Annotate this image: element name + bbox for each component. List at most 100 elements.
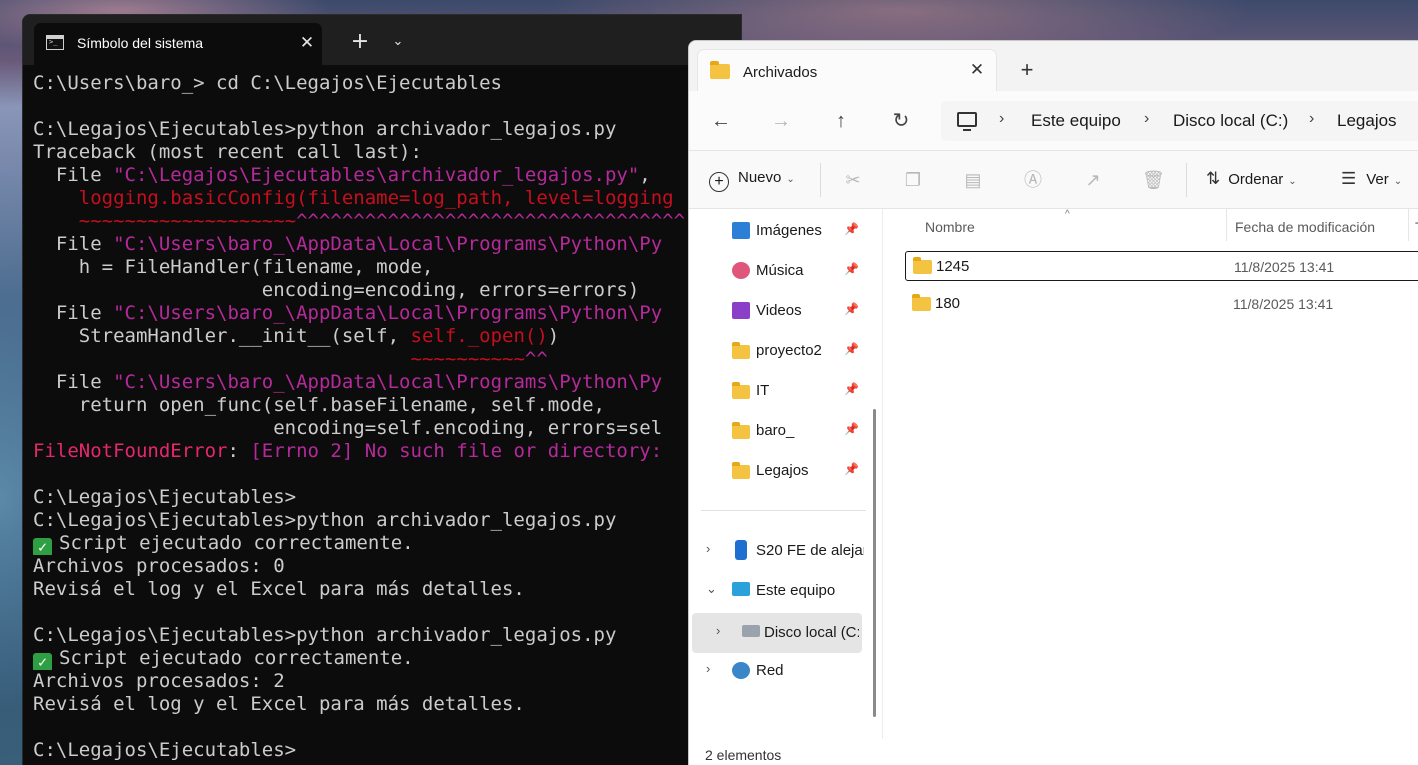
terminal-line: encoding=self.encoding, errors=sel bbox=[33, 417, 733, 440]
rename-icon[interactable]: Ⓐ bbox=[1022, 169, 1044, 191]
terminal-text: : bbox=[227, 440, 251, 462]
terminal-text: ~~~~~~~~~~ bbox=[410, 348, 525, 370]
terminal-line: Archivos procesados: 2 bbox=[33, 670, 733, 693]
scrollbar[interactable] bbox=[873, 409, 876, 717]
sidebar-item-este-equipo[interactable]: ⌄ Este equipo bbox=[689, 573, 879, 609]
column-divider[interactable] bbox=[1408, 209, 1409, 241]
terminal-line: FileNotFoundError: [Errno 2] No such fil… bbox=[33, 440, 733, 463]
chevron-right-icon[interactable]: › bbox=[716, 623, 720, 638]
chevron-right-icon[interactable]: › bbox=[706, 541, 710, 556]
new-button[interactable]: + Nuevo ⌄ bbox=[709, 169, 795, 193]
table-row[interactable]: 180 11/8/2025 13:41 C bbox=[905, 289, 1418, 319]
view-button[interactable]: ☰ Ver ⌄ bbox=[1341, 169, 1402, 189]
terminal-text: File bbox=[33, 302, 114, 324]
copy-icon[interactable]: ❐ bbox=[902, 169, 924, 191]
cmd-icon bbox=[46, 35, 64, 50]
breadcrumb-separator-icon[interactable]: › bbox=[999, 110, 1004, 128]
delete-icon[interactable]: 🗑 bbox=[1142, 169, 1165, 191]
breadcrumb-legajos[interactable]: Legajos bbox=[1337, 111, 1397, 131]
back-arrow-icon[interactable]: ← bbox=[706, 106, 736, 136]
close-tab-icon[interactable]: ✕ bbox=[966, 59, 988, 81]
network-icon bbox=[732, 662, 750, 679]
chevron-down-icon[interactable]: ⌄ bbox=[385, 27, 411, 57]
up-arrow-icon[interactable]: ↑ bbox=[826, 106, 856, 136]
breadcrumb-este-equipo[interactable]: Este equipo bbox=[1031, 111, 1121, 131]
folder-icon bbox=[710, 61, 730, 79]
address-bar[interactable]: › Este equipo › Disco local (C:) › Legaj… bbox=[941, 101, 1418, 141]
terminal-output[interactable]: C:\Users\baro_> cd C:\Legajos\Ejecutable… bbox=[33, 72, 733, 762]
terminal-text: Archivos procesados: 0 bbox=[33, 555, 285, 577]
sidebar-item-musica[interactable]: Música 📌 bbox=[689, 253, 879, 289]
pin-icon[interactable]: 📌 bbox=[844, 222, 859, 236]
music-icon bbox=[732, 262, 750, 279]
breadcrumb-disco-local[interactable]: Disco local (C:) bbox=[1173, 111, 1288, 131]
pin-icon[interactable]: 📌 bbox=[844, 342, 859, 356]
pin-icon[interactable]: 📌 bbox=[844, 302, 859, 316]
pin-icon[interactable]: 📌 bbox=[844, 382, 859, 396]
terminal-tab[interactable]: Símbolo del sistema ✕ bbox=[34, 23, 322, 65]
table-row[interactable]: 1245 11/8/2025 13:41 C bbox=[905, 251, 1418, 281]
sidebar-item-legajos[interactable]: Legajos 📌 bbox=[689, 453, 879, 489]
pin-icon[interactable]: 📌 bbox=[844, 462, 859, 476]
close-tab-icon[interactable]: ✕ bbox=[296, 32, 318, 54]
explorer-tab[interactable]: Archivados ✕ bbox=[697, 49, 997, 91]
navigation-pane: Imágenes 📌 Música 📌 Videos 📌 proyecto2 📌 bbox=[689, 209, 883, 739]
sidebar-item-it[interactable]: IT 📌 bbox=[689, 373, 879, 409]
new-button-label: Nuevo bbox=[738, 169, 782, 186]
sidebar-item-imagenes[interactable]: Imágenes 📌 bbox=[689, 213, 879, 249]
terminal-line: ✓ Script ejecutado correctamente. bbox=[33, 647, 733, 670]
pin-icon[interactable]: 📌 bbox=[844, 262, 859, 276]
forward-arrow-icon[interactable]: → bbox=[766, 106, 796, 136]
drive-icon bbox=[742, 625, 760, 637]
terminal-line: C:\Legajos\Ejecutables>python archivador… bbox=[33, 509, 733, 532]
file-date: 11/8/2025 13:41 bbox=[1233, 296, 1334, 312]
breadcrumb-separator-icon[interactable]: › bbox=[1309, 110, 1314, 128]
explorer-tabbar: Archivados ✕ + bbox=[689, 41, 1418, 91]
column-header-name[interactable]: Nombre bbox=[925, 219, 975, 235]
cut-icon[interactable]: ✂ bbox=[842, 169, 864, 191]
new-tab-button[interactable]: + bbox=[345, 27, 375, 57]
sort-button-label: Ordenar bbox=[1228, 171, 1284, 188]
terminal-text: File bbox=[33, 233, 114, 255]
sidebar-item-phone[interactable]: › S20 FE de alejan bbox=[689, 533, 879, 569]
breadcrumb-separator-icon[interactable]: › bbox=[1144, 110, 1149, 128]
terminal-text: Script ejecutado correctamente. bbox=[59, 532, 414, 554]
chevron-right-icon[interactable]: › bbox=[706, 661, 710, 676]
phone-icon bbox=[735, 540, 747, 560]
status-bar: 2 elementos bbox=[689, 739, 1418, 765]
pin-icon[interactable]: 📌 bbox=[844, 422, 859, 436]
column-divider[interactable] bbox=[1226, 209, 1227, 241]
terminal-text: h = FileHandler(filename, mode, bbox=[33, 256, 434, 278]
terminal-tab-title: Símbolo del sistema bbox=[77, 35, 204, 51]
folder-icon bbox=[732, 422, 750, 439]
sidebar-item-videos[interactable]: Videos 📌 bbox=[689, 293, 879, 329]
sidebar-item-red[interactable]: › Red bbox=[689, 653, 879, 689]
terminal-line: StreamHandler.__init__(self, self._open(… bbox=[33, 325, 733, 348]
chevron-down-icon[interactable]: ⌄ bbox=[706, 581, 717, 597]
share-icon[interactable]: ↗ bbox=[1082, 169, 1104, 191]
paste-icon[interactable]: ▤ bbox=[962, 169, 984, 191]
sidebar-item-proyecto2[interactable]: proyecto2 📌 bbox=[689, 333, 879, 369]
file-name: 1245 bbox=[936, 258, 970, 275]
divider bbox=[701, 510, 866, 511]
terminal-line: File "C:\Users\baro_\AppData\Local\Progr… bbox=[33, 233, 733, 256]
terminal-line: C:\Users\baro_> cd C:\Legajos\Ejecutable… bbox=[33, 72, 733, 95]
column-header-date[interactable]: Fecha de modificación bbox=[1235, 219, 1375, 235]
terminal-text: "C:\Legajos\Ejecutables\archivador_legaj… bbox=[113, 164, 640, 186]
refresh-icon[interactable]: ↻ bbox=[886, 106, 916, 136]
sidebar-item-disco-local[interactable]: › Disco local (C:) bbox=[692, 613, 862, 653]
terminal-text: C:\Users\baro_> cd C:\Legajos\Ejecutable… bbox=[33, 72, 502, 94]
terminal-text: "C:\Users\baro_\AppData\Local\Programs\P… bbox=[113, 233, 663, 255]
sidebar-item-label: Red bbox=[756, 662, 784, 679]
terminal-text: [Errno 2] No such file or directory: bbox=[250, 440, 663, 462]
sidebar-item-baro[interactable]: baro_ 📌 bbox=[689, 413, 879, 449]
explorer-tab-title: Archivados bbox=[743, 64, 818, 81]
new-tab-button[interactable]: + bbox=[1014, 57, 1040, 83]
terminal-text: return open_func(self.baseFilename, self… bbox=[33, 394, 605, 416]
sort-button[interactable]: ⇅ Ordenar ⌄ bbox=[1206, 169, 1297, 189]
terminal-text: "C:\Users\baro_\AppData\Local\Programs\P… bbox=[113, 302, 663, 324]
